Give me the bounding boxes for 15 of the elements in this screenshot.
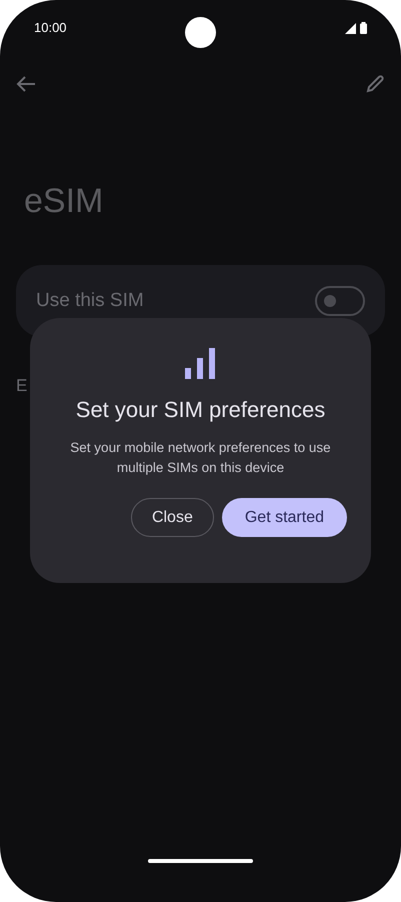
get-started-button[interactable]: Get started (222, 498, 347, 537)
signal-bars-icon (185, 348, 216, 379)
dialog-title: Set your SIM preferences (74, 396, 326, 424)
list-item-label: E (16, 376, 28, 395)
dialog-message: Set your mobile network preferences to use multiple SIMs on this device (69, 439, 332, 477)
status-time: 10:00 (34, 19, 67, 38)
signal-icon (345, 22, 356, 34)
pencil-icon[interactable] (365, 74, 385, 94)
close-button[interactable]: Close (130, 498, 214, 537)
battery-icon (360, 22, 367, 34)
back-arrow-icon[interactable] (16, 76, 36, 92)
camera-hole (185, 17, 216, 48)
setting-label: Use this SIM (36, 288, 144, 313)
toggle-switch[interactable] (315, 286, 365, 316)
page-title: eSIM (23, 181, 104, 222)
